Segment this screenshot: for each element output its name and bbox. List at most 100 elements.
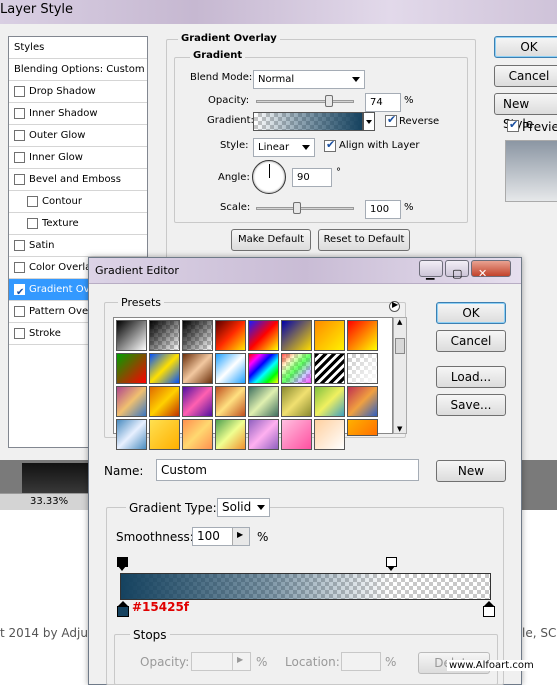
- gradient-preset-swatch[interactable]: [347, 353, 378, 384]
- style-checkbox[interactable]: [27, 218, 38, 229]
- gradient-editor-titlebar[interactable]: Gradient Editor ▁ ▢ ✕: [89, 258, 521, 284]
- gradient-preset-swatch[interactable]: [116, 353, 147, 384]
- gradient-preset-swatch[interactable]: [314, 386, 345, 417]
- style-item-blending-options-custom[interactable]: Blending Options: Custom: [9, 59, 147, 81]
- style-checkbox[interactable]: [14, 152, 25, 163]
- close-button[interactable]: ✕: [471, 260, 511, 280]
- opacity-input[interactable]: 74: [365, 93, 401, 112]
- angle-input[interactable]: 90: [292, 168, 332, 187]
- gradient-preset-swatch[interactable]: [347, 386, 378, 417]
- gradient-preset-swatch[interactable]: [248, 353, 279, 384]
- style-checkbox[interactable]: ✔: [14, 284, 25, 298]
- gradient-type-select[interactable]: Solid: [217, 498, 270, 517]
- style-checkbox[interactable]: [14, 130, 25, 141]
- style-item-inner-shadow[interactable]: Inner Shadow: [9, 103, 147, 125]
- style-item-inner-glow[interactable]: Inner Glow: [9, 147, 147, 169]
- scrollbar-thumb[interactable]: [395, 338, 405, 354]
- opacity-stop-left[interactable]: [117, 557, 128, 571]
- gradient-preset-swatch[interactable]: [149, 419, 180, 450]
- style-item-contour[interactable]: Contour: [9, 191, 147, 213]
- gradient-save-button[interactable]: Save...: [436, 394, 506, 416]
- layer-style-titlebar[interactable]: Layer Style: [0, 0, 557, 24]
- style-checkbox[interactable]: [14, 240, 25, 251]
- style-select[interactable]: Linear: [253, 138, 315, 157]
- gradient-ok-button[interactable]: OK: [436, 302, 506, 324]
- gradient-preset-swatch[interactable]: [281, 353, 312, 384]
- opacity-slider-thumb[interactable]: [324, 95, 333, 107]
- gradient-preset-swatch[interactable]: [347, 419, 378, 436]
- styles-header[interactable]: Styles: [9, 37, 147, 59]
- gradient-preset-swatch[interactable]: [281, 419, 312, 450]
- gradient-preset-swatch[interactable]: [149, 353, 180, 384]
- style-checkbox[interactable]: [14, 174, 25, 185]
- gradient-load-button[interactable]: Load...: [436, 366, 506, 388]
- gradient-preset-swatch[interactable]: [149, 386, 180, 417]
- maximize-button[interactable]: ▢: [445, 260, 469, 280]
- angle-dial[interactable]: [252, 160, 286, 194]
- new-gradient-button[interactable]: New: [436, 460, 506, 482]
- gradient-preset-swatch[interactable]: [182, 353, 213, 384]
- gradient-preset-swatch[interactable]: [149, 320, 180, 351]
- style-checkbox[interactable]: [14, 306, 25, 317]
- gradient-preset-swatch[interactable]: [314, 320, 345, 351]
- gradient-preset-swatch[interactable]: [116, 320, 147, 351]
- gradient-preset-swatch[interactable]: [215, 320, 246, 351]
- layer-style-cancel-button[interactable]: Cancel: [494, 65, 557, 87]
- gradient-preset-swatch[interactable]: [347, 320, 378, 351]
- preview-checkbox[interactable]: ✔: [507, 118, 519, 132]
- smoothness-stepper[interactable]: ▶: [232, 528, 249, 545]
- gradient-preset-swatch[interactable]: [215, 386, 246, 417]
- scroll-up-icon: ▲: [397, 318, 403, 326]
- gradient-preset-swatch[interactable]: [248, 386, 279, 417]
- style-checkbox[interactable]: [14, 328, 25, 339]
- style-checkbox[interactable]: [14, 108, 25, 119]
- style-item-satin[interactable]: Satin: [9, 235, 147, 257]
- reverse-checkbox[interactable]: ✔: [385, 113, 397, 127]
- gradient-preset-swatch[interactable]: [116, 419, 147, 450]
- minimize-button[interactable]: ▁: [419, 260, 443, 280]
- color-stop-right[interactable]: [483, 601, 495, 617]
- gradient-preset-swatch[interactable]: [116, 386, 147, 417]
- gradient-preset-swatch[interactable]: [248, 320, 279, 351]
- align-with-layer-checkbox[interactable]: ✔: [324, 138, 336, 152]
- gradient-preset-swatch[interactable]: [281, 320, 312, 351]
- style-item-outer-glow[interactable]: Outer Glow: [9, 125, 147, 147]
- background-text-left: t 2014 by Adjus: [0, 626, 95, 640]
- style-checkbox[interactable]: [14, 262, 25, 273]
- gradient-preset-swatch[interactable]: [182, 386, 213, 417]
- style-checkbox[interactable]: [27, 196, 38, 207]
- presets-menu-button[interactable]: ▶: [389, 300, 400, 312]
- scale-slider-track[interactable]: [256, 207, 354, 210]
- presets-scrollbar[interactable]: ▲ ▼: [393, 317, 407, 434]
- gradient-preset-swatch[interactable]: [215, 353, 246, 384]
- opacity-stop-right[interactable]: [386, 557, 397, 571]
- style-checkbox[interactable]: [14, 86, 25, 97]
- gradient-preset-swatch[interactable]: [182, 419, 213, 450]
- style-item-bevel-and-emboss[interactable]: Bevel and Emboss: [9, 169, 147, 191]
- gradient-preset-swatch[interactable]: [215, 419, 246, 450]
- opacity-label: Opacity:: [208, 95, 250, 106]
- style-item-texture[interactable]: Texture: [9, 213, 147, 235]
- layer-style-ok-button[interactable]: OK: [494, 36, 557, 58]
- gradient-cancel-button[interactable]: Cancel: [436, 330, 506, 352]
- opacity-slider-track[interactable]: [256, 100, 354, 103]
- gradient-preset-swatch[interactable]: [314, 419, 345, 450]
- gradient-preview[interactable]: [253, 112, 363, 131]
- reset-to-default-button[interactable]: Reset to Default: [318, 229, 410, 251]
- scale-slider-thumb[interactable]: [293, 202, 302, 214]
- new-style-button[interactable]: New Style: [494, 93, 557, 131]
- gradient-preset-swatch[interactable]: [182, 320, 213, 351]
- name-input[interactable]: Custom: [156, 459, 419, 481]
- gradient-preset-swatch[interactable]: [314, 353, 345, 384]
- gradient-dropdown-button[interactable]: [363, 112, 375, 131]
- gradient-preset-swatch[interactable]: [281, 386, 312, 417]
- stop-location-input[interactable]: [341, 652, 381, 671]
- gradient-preset-swatch[interactable]: [248, 419, 279, 450]
- scale-input[interactable]: 100: [365, 200, 401, 219]
- gradient-bar[interactable]: [120, 573, 491, 600]
- make-default-button[interactable]: Make Default: [231, 229, 311, 251]
- color-stop-left[interactable]: [117, 601, 129, 617]
- stop-opacity-stepper[interactable]: ▶: [232, 653, 249, 670]
- blend-mode-select[interactable]: Normal: [253, 70, 365, 89]
- style-item-drop-shadow[interactable]: Drop Shadow: [9, 81, 147, 103]
